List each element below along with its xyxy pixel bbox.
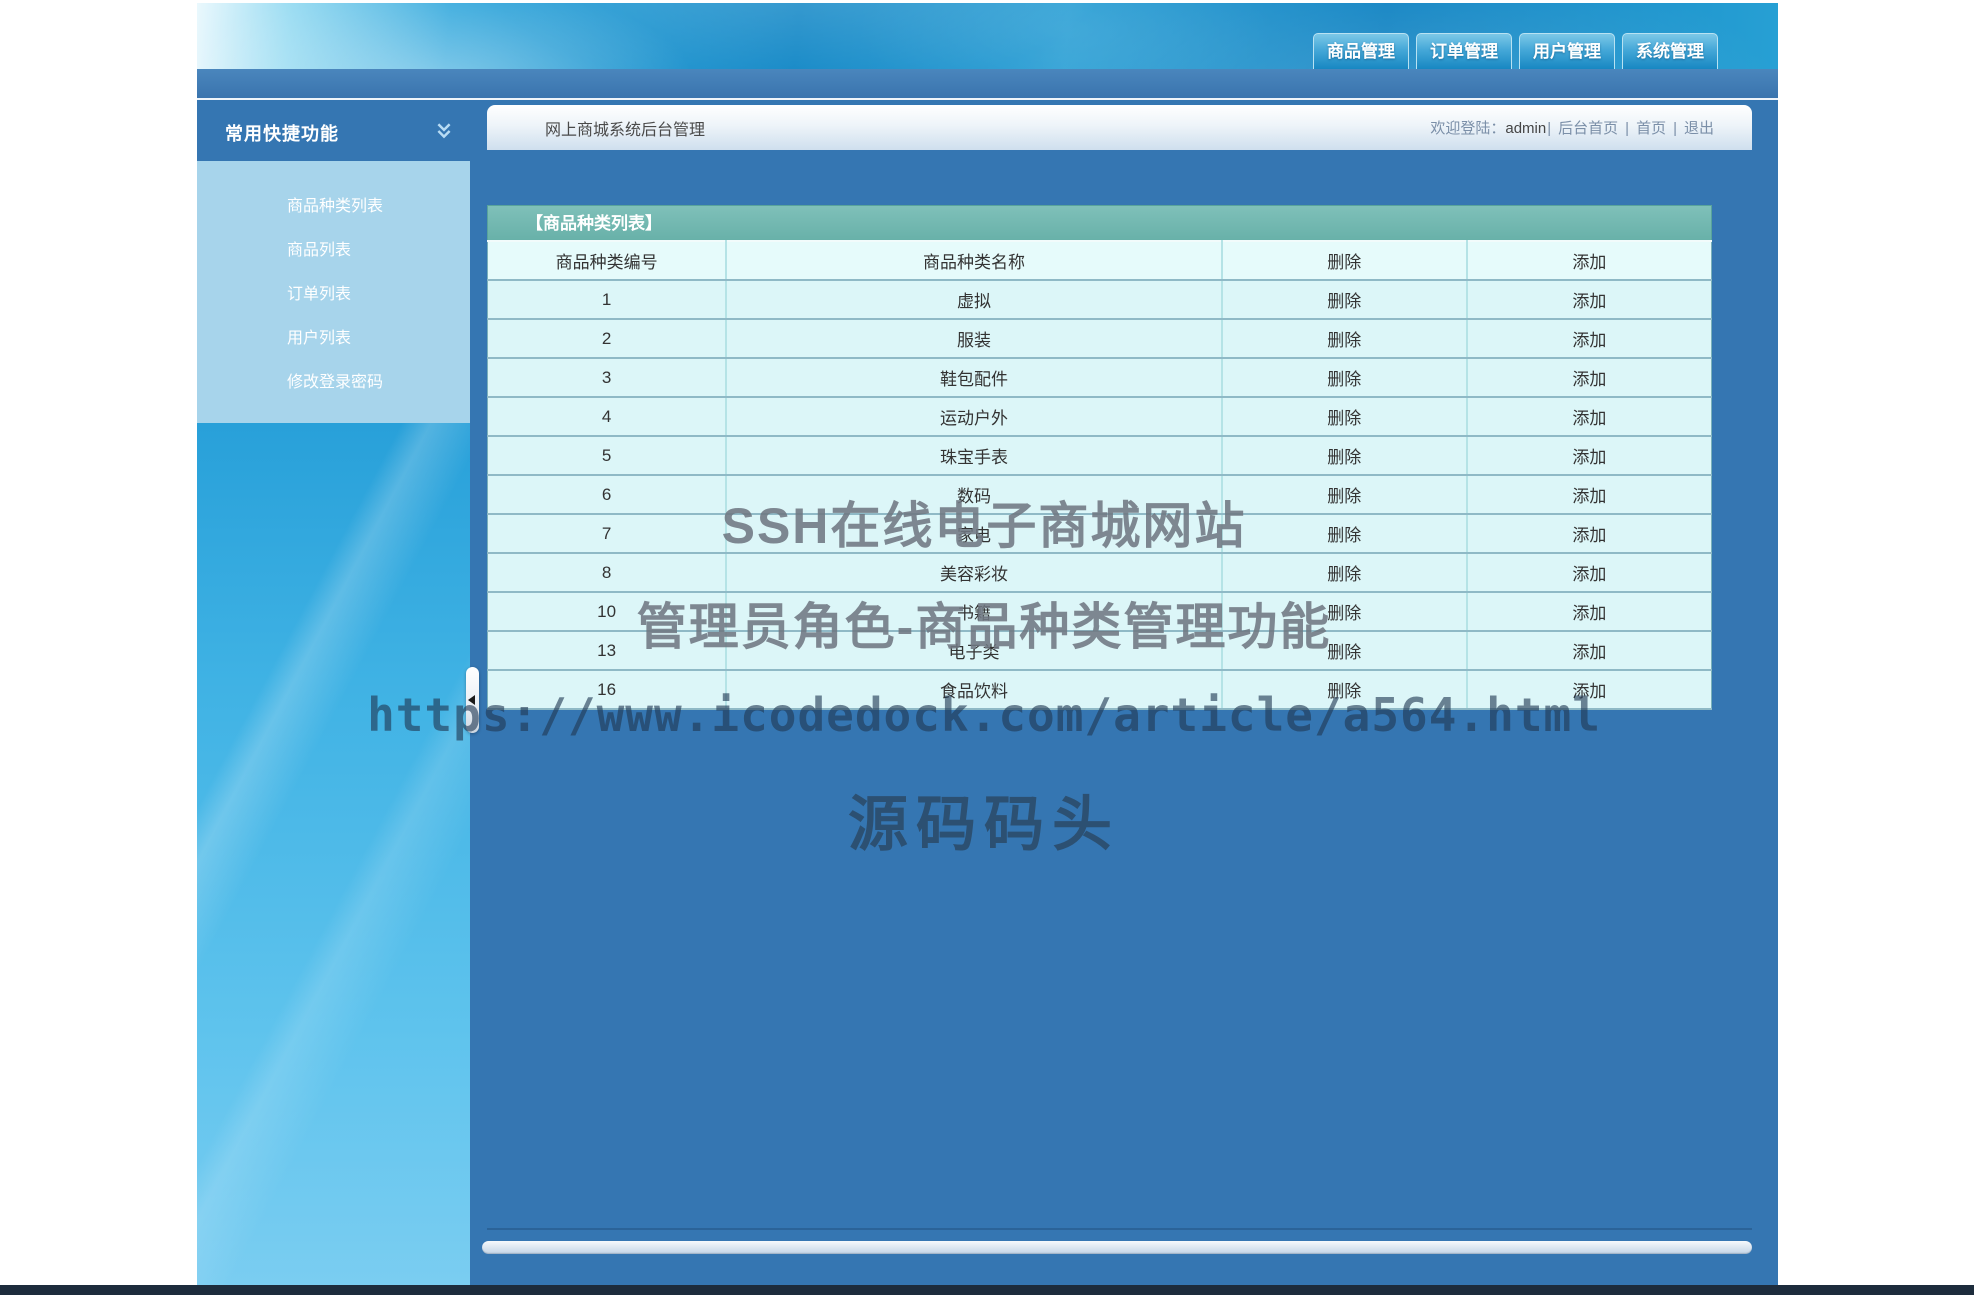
separator: | <box>1625 120 1629 137</box>
category-id-cell: 8 <box>488 553 727 592</box>
nav-tab-system-mgmt[interactable]: 系统管理 <box>1622 33 1718 69</box>
table-row: 16食品饮料删除添加 <box>488 670 1712 709</box>
scroll-groove <box>487 1228 1752 1230</box>
delete-link[interactable]: 删除 <box>1222 280 1467 319</box>
link-admin-home[interactable]: 后台首页 <box>1558 120 1618 137</box>
category-id-cell: 2 <box>488 319 727 358</box>
category-name-cell: 美容彩妆 <box>726 553 1222 592</box>
category-name-cell: 珠宝手表 <box>726 436 1222 475</box>
category-id-cell: 13 <box>488 631 727 670</box>
sidebar-decor <box>197 423 470 1285</box>
category-id-cell: 1 <box>488 280 727 319</box>
category-name-cell: 家电 <box>726 514 1222 553</box>
nav-tab-user-mgmt[interactable]: 用户管理 <box>1519 33 1615 69</box>
delete-link[interactable]: 删除 <box>1222 358 1467 397</box>
category-id-cell: 3 <box>488 358 727 397</box>
add-link[interactable]: 添加 <box>1467 592 1712 631</box>
add-link[interactable]: 添加 <box>1467 514 1712 553</box>
category-id-cell: 4 <box>488 397 727 436</box>
top-nav: 商品管理订单管理用户管理系统管理 <box>1313 33 1718 69</box>
category-name-cell: 鞋包配件 <box>726 358 1222 397</box>
nav-tab-product-mgmt[interactable]: 商品管理 <box>1313 33 1409 69</box>
delete-link[interactable]: 删除 <box>1222 670 1467 709</box>
sidebar-collapse-handle[interactable] <box>466 667 479 733</box>
footer-bar <box>0 1285 1974 1295</box>
category-id-cell: 7 <box>488 514 727 553</box>
add-link[interactable]: 添加 <box>1467 319 1712 358</box>
sidebar-item-category-list[interactable]: 商品种类列表 <box>197 185 470 229</box>
separator: | <box>1673 120 1677 137</box>
add-link[interactable]: 添加 <box>1467 358 1712 397</box>
category-name-cell: 数码 <box>726 475 1222 514</box>
table-row: 6数码删除添加 <box>488 475 1712 514</box>
add-link[interactable]: 添加 <box>1467 670 1712 709</box>
table-title: 【商品种类列表】 <box>487 205 1712 240</box>
table-row: 7家电删除添加 <box>488 514 1712 553</box>
link-logout[interactable]: 退出 <box>1684 120 1714 137</box>
column-header: 删除 <box>1222 241 1467 280</box>
category-table-wrap: 【商品种类列表】 商品种类编号商品种类名称删除添加 1虚拟删除添加2服装删除添加… <box>487 205 1712 710</box>
delete-link[interactable]: 删除 <box>1222 553 1467 592</box>
top-banner: 商品管理订单管理用户管理系统管理 <box>197 3 1778 72</box>
category-table: 商品种类编号商品种类名称删除添加 1虚拟删除添加2服装删除添加3鞋包配件删除添加… <box>487 240 1712 710</box>
category-name-cell: 运动户外 <box>726 397 1222 436</box>
table-row: 8美容彩妆删除添加 <box>488 553 1712 592</box>
banner-subband <box>197 69 1778 100</box>
sidebar-menu: 商品种类列表商品列表订单列表用户列表修改登录密码 <box>197 161 470 423</box>
category-id-cell: 6 <box>488 475 727 514</box>
welcome-bar: 欢迎登陆：admin|后台首页|首页|退出 <box>1430 117 1714 138</box>
add-link[interactable]: 添加 <box>1467 475 1712 514</box>
add-link[interactable]: 添加 <box>1467 436 1712 475</box>
table-row: 5珠宝手表删除添加 <box>488 436 1712 475</box>
separator: | <box>1547 120 1551 137</box>
category-name-cell: 电子类 <box>726 631 1222 670</box>
delete-link[interactable]: 删除 <box>1222 397 1467 436</box>
table-header-row: 商品种类编号商品种类名称删除添加 <box>488 241 1712 280</box>
column-header: 商品种类编号 <box>488 241 727 280</box>
category-id-cell: 10 <box>488 592 727 631</box>
page: 商品管理订单管理用户管理系统管理 常用快捷功能 商品种类列表商品列表订单列表用户… <box>0 0 1974 1295</box>
page-title: 网上商城系统后台管理 <box>545 116 705 140</box>
delete-link[interactable]: 删除 <box>1222 514 1467 553</box>
table-row: 4运动户外删除添加 <box>488 397 1712 436</box>
welcome-label: 欢迎登陆： <box>1430 120 1505 137</box>
table-row: 2服装删除添加 <box>488 319 1712 358</box>
category-name-cell: 书籍 <box>726 592 1222 631</box>
add-link[interactable]: 添加 <box>1467 553 1712 592</box>
column-header: 商品种类名称 <box>726 241 1222 280</box>
category-id-cell: 16 <box>488 670 727 709</box>
add-link[interactable]: 添加 <box>1467 280 1712 319</box>
sidebar-item-product-list[interactable]: 商品列表 <box>197 229 470 273</box>
content-header: 网上商城系统后台管理 欢迎登陆：admin|后台首页|首页|退出 <box>487 105 1752 150</box>
table-row: 3鞋包配件删除添加 <box>488 358 1712 397</box>
nav-tab-order-mgmt[interactable]: 订单管理 <box>1416 33 1512 69</box>
delete-link[interactable]: 删除 <box>1222 475 1467 514</box>
link-home[interactable]: 首页 <box>1636 120 1666 137</box>
table-row: 1虚拟删除添加 <box>488 280 1712 319</box>
category-id-cell: 5 <box>488 436 727 475</box>
horizontal-scrollbar[interactable] <box>482 1241 1752 1254</box>
add-link[interactable]: 添加 <box>1467 631 1712 670</box>
category-name-cell: 虚拟 <box>726 280 1222 319</box>
sidebar-item-change-password[interactable]: 修改登录密码 <box>197 361 470 405</box>
sidebar-title: 常用快捷功能 <box>225 120 339 146</box>
username: admin <box>1505 120 1546 137</box>
table-row: 10书籍删除添加 <box>488 592 1712 631</box>
table-row: 13电子类删除添加 <box>488 631 1712 670</box>
delete-link[interactable]: 删除 <box>1222 319 1467 358</box>
main-container: 常用快捷功能 商品种类列表商品列表订单列表用户列表修改登录密码 网上商城系统后台… <box>197 100 1778 1285</box>
sidebar-item-user-list[interactable]: 用户列表 <box>197 317 470 361</box>
delete-link[interactable]: 删除 <box>1222 631 1467 670</box>
add-link[interactable]: 添加 <box>1467 397 1712 436</box>
delete-link[interactable]: 删除 <box>1222 592 1467 631</box>
category-name-cell: 服装 <box>726 319 1222 358</box>
delete-link[interactable]: 删除 <box>1222 436 1467 475</box>
chevron-double-down-icon[interactable] <box>435 122 453 140</box>
category-name-cell: 食品饮料 <box>726 670 1222 709</box>
column-header: 添加 <box>1467 241 1712 280</box>
sidebar-item-order-list[interactable]: 订单列表 <box>197 273 470 317</box>
